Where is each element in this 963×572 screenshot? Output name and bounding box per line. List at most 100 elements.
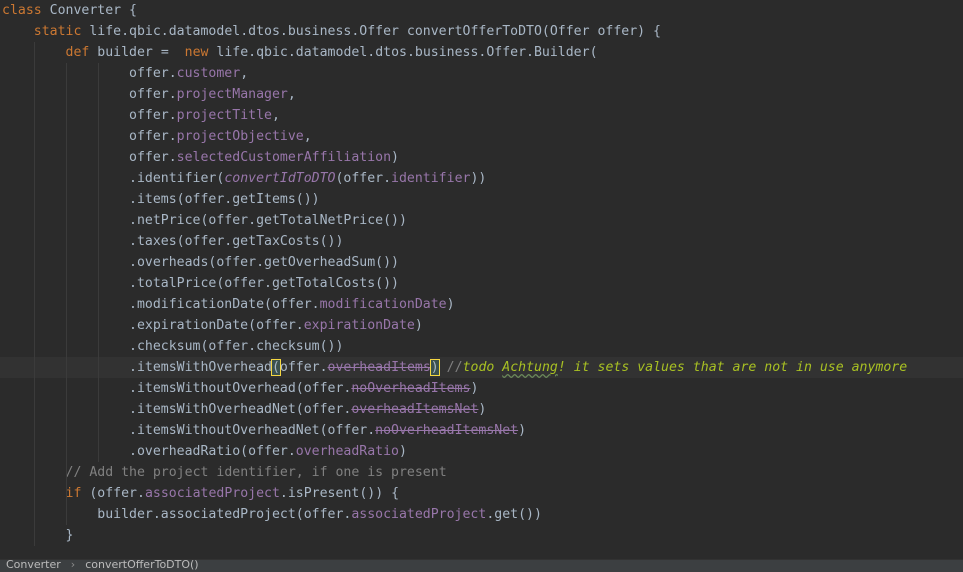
indent-guide bbox=[66, 294, 67, 315]
code-token-plain: Converter { bbox=[49, 3, 137, 18]
code-token-field: projectObjective bbox=[176, 129, 304, 144]
indent-guide bbox=[34, 315, 35, 336]
indent-guide bbox=[66, 126, 67, 147]
indent-guide bbox=[66, 84, 67, 105]
code-token-field: customer bbox=[176, 66, 241, 81]
code-token-plain: life.qbic.datamodel.dtos.business.Offer … bbox=[89, 24, 661, 39]
code-token-plain: ) bbox=[478, 402, 487, 417]
code-token-plain: builder = bbox=[97, 45, 185, 60]
code-line[interactable]: .netPrice(offer.getTotalNetPrice()) bbox=[0, 210, 963, 231]
code-line[interactable]: class Converter { bbox=[0, 0, 963, 21]
indent-guide bbox=[98, 105, 99, 126]
indent-guide bbox=[66, 399, 67, 420]
code-token-plain: (offer. bbox=[335, 171, 392, 186]
code-line[interactable]: .overheadRatio(offer.overheadRatio) bbox=[0, 441, 963, 462]
code-token-field: identifier bbox=[391, 171, 471, 186]
code-line[interactable]: .identifier(convertIdToDTO(offer.identif… bbox=[0, 168, 963, 189]
code-token-todo-squiggle: Achtung bbox=[502, 360, 558, 375]
indent-guide bbox=[98, 273, 99, 294]
code-token-plain: .get()) bbox=[486, 507, 542, 522]
code-token-plain: , bbox=[240, 66, 249, 81]
code-token-plain: , bbox=[303, 129, 312, 144]
code-line[interactable]: .items(offer.getItems()) bbox=[0, 189, 963, 210]
code-token-field: associatedProject bbox=[144, 486, 280, 501]
code-token-plain: , bbox=[271, 108, 280, 123]
code-token-plain: .overheads(offer.getOverheadSum()) bbox=[2, 255, 399, 270]
indent-guide bbox=[66, 105, 67, 126]
code-line[interactable]: offer.projectManager, bbox=[0, 84, 963, 105]
code-token-todo: todo bbox=[462, 360, 503, 375]
code-line[interactable]: .itemsWithoutOverheadNet(offer.noOverhea… bbox=[0, 420, 963, 441]
indent-guide bbox=[98, 189, 99, 210]
indent-guide bbox=[34, 441, 35, 462]
indent-guide bbox=[98, 420, 99, 441]
code-token-keyword: static bbox=[33, 24, 90, 39]
code-line[interactable]: offer.projectObjective, bbox=[0, 126, 963, 147]
indent-guide bbox=[98, 441, 99, 462]
indent-guide bbox=[34, 231, 35, 252]
indent-guide bbox=[34, 504, 35, 525]
code-token-comment: // bbox=[446, 360, 463, 375]
code-line[interactable]: .itemsWithOverheadNet(offer.overheadItem… bbox=[0, 399, 963, 420]
code-token-deprecated: overheadItemsNet bbox=[351, 402, 479, 417]
indent-guide bbox=[34, 378, 35, 399]
indent-guide bbox=[66, 483, 67, 504]
code-token-plain: offer. bbox=[2, 129, 177, 144]
indent-guide bbox=[98, 357, 99, 378]
code-token-plain: .totalPrice(offer.getTotalCosts()) bbox=[2, 276, 399, 291]
breadcrumb-separator: › bbox=[70, 559, 76, 571]
code-token-keyword: class bbox=[2, 3, 50, 18]
indent-guide bbox=[98, 336, 99, 357]
code-line[interactable] bbox=[0, 546, 963, 559]
code-line[interactable]: } bbox=[0, 525, 963, 546]
code-line[interactable]: if (offer.associatedProject.isPresent())… bbox=[0, 483, 963, 504]
code-line[interactable]: builder.associatedProject(offer.associat… bbox=[0, 504, 963, 525]
indent-guide bbox=[34, 147, 35, 168]
code-token-keyword: def bbox=[65, 45, 98, 60]
code-line[interactable]: .overheads(offer.getOverheadSum()) bbox=[0, 252, 963, 273]
indent-guide bbox=[66, 252, 67, 273]
code-line[interactable]: offer.projectTitle, bbox=[0, 105, 963, 126]
indent-guide bbox=[34, 63, 35, 84]
code-token-static-call: convertIdToDTO bbox=[224, 171, 336, 186]
code-token-plain: } bbox=[2, 528, 74, 543]
code-line[interactable]: .modificationDate(offer.modificationDate… bbox=[0, 294, 963, 315]
code-line[interactable]: offer.selectedCustomerAffiliation) bbox=[0, 147, 963, 168]
indent-guide bbox=[34, 42, 35, 63]
code-line[interactable]: .checksum(offer.checksum()) bbox=[0, 336, 963, 357]
indent-guide bbox=[34, 399, 35, 420]
code-line[interactable]: offer.customer, bbox=[0, 63, 963, 84]
code-token-plain: ) bbox=[414, 318, 423, 333]
indent-guide bbox=[34, 336, 35, 357]
code-token-deprecated: overheadItems bbox=[327, 360, 431, 375]
indent-guide bbox=[34, 168, 35, 189]
code-line[interactable]: .itemsWithoutOverhead(offer.noOverheadIt… bbox=[0, 378, 963, 399]
code-line[interactable]: .taxes(offer.getTaxCosts()) bbox=[0, 231, 963, 252]
code-token-plain: .items(offer.getItems()) bbox=[2, 192, 320, 207]
indent-guide bbox=[34, 273, 35, 294]
code-token-deprecated: noOverheadItemsNet bbox=[375, 423, 519, 438]
code-line[interactable]: def builder = new life.qbic.datamodel.dt… bbox=[0, 42, 963, 63]
indent-guide bbox=[98, 252, 99, 273]
breadcrumb-item-class[interactable]: Converter bbox=[0, 560, 61, 571]
code-token-field: expirationDate bbox=[303, 318, 415, 333]
code-token-plain: .modificationDate(offer. bbox=[2, 297, 320, 312]
code-line[interactable]: // Add the project identifier, if one is… bbox=[0, 462, 963, 483]
indent-guide bbox=[66, 378, 67, 399]
code-token-plain: .taxes(offer.getTaxCosts()) bbox=[2, 234, 344, 249]
indent-guide bbox=[34, 294, 35, 315]
code-token-plain: .itemsWithOverhead bbox=[2, 360, 272, 375]
indent-guide bbox=[66, 147, 67, 168]
code-line[interactable]: .totalPrice(offer.getTotalCosts()) bbox=[0, 273, 963, 294]
code-token-plain: offer. bbox=[279, 360, 328, 375]
code-editor[interactable]: class Converter { static life.qbic.datam… bbox=[0, 0, 963, 559]
indent-guide bbox=[98, 126, 99, 147]
code-line[interactable]: .itemsWithOverhead(offer.overheadItems) … bbox=[0, 357, 963, 378]
breadcrumb-item-method[interactable]: convertOfferToDTO() bbox=[85, 560, 198, 571]
code-line[interactable]: .expirationDate(offer.expirationDate) bbox=[0, 315, 963, 336]
code-line[interactable]: static life.qbic.datamodel.dtos.business… bbox=[0, 21, 963, 42]
indent-guide bbox=[66, 357, 67, 378]
indent-guide bbox=[34, 210, 35, 231]
